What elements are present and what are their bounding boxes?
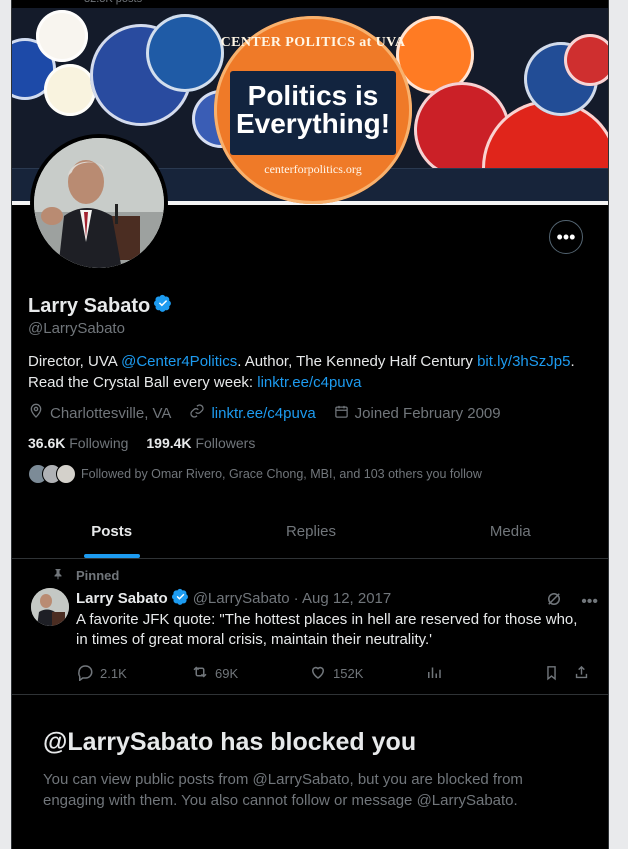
- views-chart-icon: [425, 663, 443, 684]
- post-avatar-svg: [31, 588, 69, 626]
- profile-joined-text: Joined February 2009: [354, 404, 501, 422]
- post-more-icon[interactable]: •••: [581, 593, 598, 611]
- avatar-svg: [34, 138, 164, 268]
- tab-posts-label: Posts: [91, 522, 133, 540]
- banner-button-left-mid: [44, 64, 96, 116]
- ellipsis-icon: •••: [556, 226, 576, 247]
- post-verified-badge-icon: [171, 588, 189, 609]
- profile-website[interactable]: linktr.ee/c4puva: [189, 403, 316, 423]
- share-icon: [573, 664, 590, 684]
- repost-button[interactable]: 69K: [191, 663, 309, 684]
- banner-center-badge: CENTER POLITICS at UVA Politics is Every…: [214, 16, 412, 204]
- pinned-label: Pinned: [52, 567, 119, 584]
- tab-media-label: Media: [489, 522, 531, 540]
- bio-link-kennedy[interactable]: bit.ly/3hSzJp5: [477, 353, 570, 370]
- pin-icon: [52, 567, 64, 584]
- blocked-message: @LarrySabato has blocked you You can vie…: [43, 728, 581, 811]
- followers-link[interactable]: 199.4K Followers: [146, 435, 255, 451]
- following-count: 36.6K: [28, 435, 66, 451]
- post-text: A favorite JFK quote: "The hottest place…: [76, 611, 578, 648]
- profile-bio: Director, UVA @Center4Politics. Author, …: [28, 351, 596, 393]
- post-header: Larry Sabato @LarrySabato · Aug 12, 2017: [76, 588, 596, 609]
- profile-column: 32.3K posts CENTER POLITICS at UVA Polit…: [11, 0, 609, 849]
- profile-avatar-image: [34, 138, 164, 268]
- top-fragment: 32.3K posts: [84, 0, 142, 5]
- tab-replies[interactable]: Replies: [211, 504, 410, 558]
- post-author-name[interactable]: Larry Sabato: [76, 590, 168, 607]
- bio-text-4: Read the Crystal Ball every week:: [28, 374, 258, 391]
- bio-text-1: Director, UVA: [28, 353, 122, 370]
- profile-meta: Charlottesville, VA linktr.ee/c4puva Joi…: [28, 403, 501, 423]
- post-date[interactable]: · Aug 12, 2017: [294, 590, 392, 607]
- reply-count: 2.1K: [100, 666, 127, 681]
- profile-counts: 36.6K Following 199.4K Followers: [28, 435, 255, 451]
- reply-icon: [76, 663, 94, 684]
- profile-location-text: Charlottesville, VA: [50, 404, 172, 422]
- followers-count: 199.4K: [146, 435, 192, 451]
- repost-icon: [191, 663, 209, 684]
- bio-link-center4politics[interactable]: @Center4Politics: [121, 353, 237, 370]
- banner-button-left-top: [36, 10, 88, 62]
- tab-replies-label: Replies: [285, 522, 336, 540]
- banner-main-line2: Everything!: [235, 108, 391, 139]
- profile-website-link[interactable]: linktr.ee/c4puva: [211, 405, 315, 422]
- blocked-title: @LarrySabato has blocked you: [43, 728, 417, 756]
- bio-text-3: .: [570, 353, 575, 370]
- bookmark-icon: [543, 664, 560, 684]
- post-author-avatar[interactable]: [31, 588, 69, 626]
- heart-icon: [309, 663, 327, 684]
- bio-text-2: . Author, The Kennedy Half Century: [237, 353, 478, 370]
- verified-badge-icon: [154, 294, 172, 318]
- profile-avatar[interactable]: [30, 134, 168, 272]
- pinned-text: Pinned: [76, 568, 120, 583]
- banner-main-line1: Politics is: [247, 80, 379, 111]
- tab-media[interactable]: Media: [411, 504, 608, 558]
- share-button[interactable]: [573, 664, 590, 684]
- banner-button-bayh: [146, 14, 224, 92]
- bookmark-button[interactable]: [543, 664, 573, 684]
- location-pin-icon: [28, 403, 44, 423]
- banner-url: centerforpolitics.org: [264, 162, 362, 176]
- blocked-text: You can view public posts from @LarrySab…: [43, 771, 523, 809]
- calendar-icon: [334, 404, 349, 423]
- post-author-handle[interactable]: @LarrySabato: [193, 590, 290, 607]
- banner-top-text: CENTER POLITICS at UVA: [220, 35, 406, 50]
- followed-by[interactable]: Followed by Omar Rivero, Grace Chong, MB…: [28, 464, 482, 484]
- post-actions: 2.1K 69K 152K: [76, 663, 596, 684]
- more-options-button[interactable]: •••: [549, 220, 583, 254]
- profile-name: Larry Sabato: [28, 294, 172, 318]
- profile-name-text: Larry Sabato: [28, 294, 151, 317]
- followed-by-avatars: [28, 464, 76, 484]
- views-button[interactable]: [425, 663, 543, 684]
- following-link[interactable]: 36.6K Following: [28, 435, 128, 451]
- tab-active-underline: [83, 554, 140, 558]
- bio-link-linktree[interactable]: linktr.ee/c4puva: [257, 374, 361, 391]
- profile-location: Charlottesville, VA: [28, 403, 171, 423]
- tab-posts[interactable]: Posts: [12, 504, 211, 558]
- reply-button[interactable]: 2.1K: [76, 663, 191, 684]
- profile-joined: Joined February 2009: [334, 404, 501, 423]
- followers-label: Followers: [195, 435, 256, 451]
- banner-main-text: Politics is Everything!: [214, 82, 412, 138]
- following-label: Following: [69, 435, 129, 451]
- like-count: 152K: [333, 666, 364, 681]
- profile-handle: @LarrySabato: [28, 320, 125, 337]
- follower-avatar-3: [56, 464, 76, 484]
- profile-tabs: Posts Replies Media: [12, 504, 608, 559]
- followed-by-text: Followed by Omar Rivero, Grace Chong, MB…: [81, 467, 482, 481]
- repost-count: 69K: [215, 666, 239, 681]
- pinned-post[interactable]: Pinned Larry Sabato @LarrySabato · Aug 1…: [12, 559, 608, 695]
- like-button[interactable]: 152K: [309, 663, 425, 684]
- link-icon: [189, 403, 205, 423]
- banner-button-right: [564, 34, 608, 86]
